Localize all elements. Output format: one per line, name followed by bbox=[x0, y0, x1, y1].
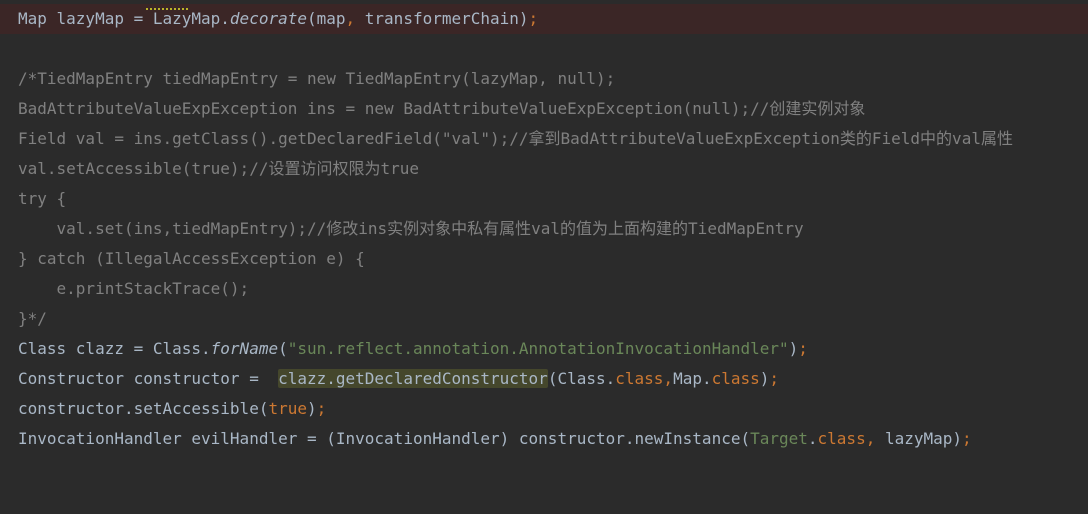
comment-text: e.printStackTrace(); bbox=[18, 279, 250, 298]
code-token: ; bbox=[528, 9, 539, 28]
code-token: Map. bbox=[673, 369, 712, 388]
code-token: ; bbox=[798, 339, 808, 358]
code-token: ( bbox=[278, 339, 288, 358]
code-line-12[interactable]: Class clazz = Class.forName("sun.reflect… bbox=[0, 334, 1088, 364]
code-token: forName bbox=[210, 339, 279, 358]
code-token: InvocationHandler evilHandler = (Invocat… bbox=[18, 429, 751, 448]
keyword: true bbox=[268, 399, 307, 418]
code-token: Class clazz = Class. bbox=[18, 339, 211, 358]
code-token: lazyMap) bbox=[884, 429, 963, 448]
code-token: decorate bbox=[229, 9, 307, 28]
comment-text: val.setAccessible(true);//设置访问权限为true bbox=[18, 159, 419, 178]
comment-text: try { bbox=[18, 189, 67, 208]
code-editor[interactable]: Map lazyMap = LazyMap.decorate(map, tran… bbox=[0, 0, 1088, 452]
code-line-5[interactable]: Field val = ins.getClass().getDeclaredFi… bbox=[0, 124, 1088, 154]
class-reference: Target bbox=[750, 429, 808, 448]
code-line-7[interactable]: try { bbox=[0, 184, 1088, 214]
code-token: . bbox=[807, 429, 818, 448]
comment-text: val.set(ins,tiedMapEntry);//修改ins实例对象中私有… bbox=[18, 219, 804, 238]
code-token: Constructor constructor = bbox=[18, 369, 279, 388]
code-token: ; bbox=[769, 369, 780, 388]
code-token: (Class. bbox=[547, 369, 616, 388]
code-token: ) bbox=[788, 339, 799, 358]
code-line-9[interactable]: } catch (IllegalAccessException e) { bbox=[0, 244, 1088, 274]
code-line-3[interactable]: /*TiedMapEntry tiedMapEntry = new TiedMa… bbox=[0, 64, 1088, 94]
code-line-8[interactable]: val.set(ins,tiedMapEntry);//修改ins实例对象中私有… bbox=[0, 214, 1088, 244]
code-line-11[interactable]: }*/ bbox=[0, 304, 1088, 334]
comment-text: /*TiedMapEntry tiedMapEntry = new TiedMa… bbox=[18, 69, 616, 88]
code-token: (map bbox=[306, 9, 346, 28]
code-line-6[interactable]: val.setAccessible(true);//设置访问权限为true bbox=[0, 154, 1088, 184]
comment-text: } catch (IllegalAccessException e) { bbox=[18, 249, 365, 268]
keyword: class bbox=[711, 369, 760, 388]
keyword: class bbox=[817, 429, 866, 448]
highlighted-usage: clazz.getDeclaredConstructor bbox=[278, 369, 548, 388]
code-token: , bbox=[865, 429, 885, 448]
code-token: ) bbox=[759, 369, 770, 388]
keyword: class bbox=[615, 369, 664, 388]
code-line-13[interactable]: Constructor constructor = clazz.getDecla… bbox=[0, 364, 1088, 394]
code-token: ; bbox=[316, 399, 327, 418]
code-token: constructor.setAccessible( bbox=[18, 399, 269, 418]
code-token: , bbox=[345, 9, 365, 28]
code-token: , bbox=[663, 369, 674, 388]
comment-text: }*/ bbox=[18, 309, 47, 328]
code-token: ; bbox=[962, 429, 972, 448]
code-line-1[interactable]: Map lazyMap = LazyMap.decorate(map, tran… bbox=[0, 4, 1088, 34]
code-token: ) bbox=[306, 399, 317, 418]
code-line-4[interactable]: BadAttributeValueExpException ins = new … bbox=[0, 94, 1088, 124]
code-line-10[interactable]: e.printStackTrace(); bbox=[0, 274, 1088, 304]
code-line-14[interactable]: constructor.setAccessible(true); bbox=[0, 394, 1088, 424]
code-token: transformerChain) bbox=[364, 9, 529, 28]
code-token: Map lazyMap = LazyMap. bbox=[18, 9, 230, 28]
comment-text: Field val = ins.getClass().getDeclaredFi… bbox=[18, 129, 1013, 148]
string-literal: "sun.reflect.annotation.AnnotationInvoca… bbox=[287, 339, 789, 358]
code-line-15[interactable]: InvocationHandler evilHandler = (Invocat… bbox=[0, 424, 1088, 454]
comment-text: BadAttributeValueExpException ins = new … bbox=[18, 99, 866, 118]
